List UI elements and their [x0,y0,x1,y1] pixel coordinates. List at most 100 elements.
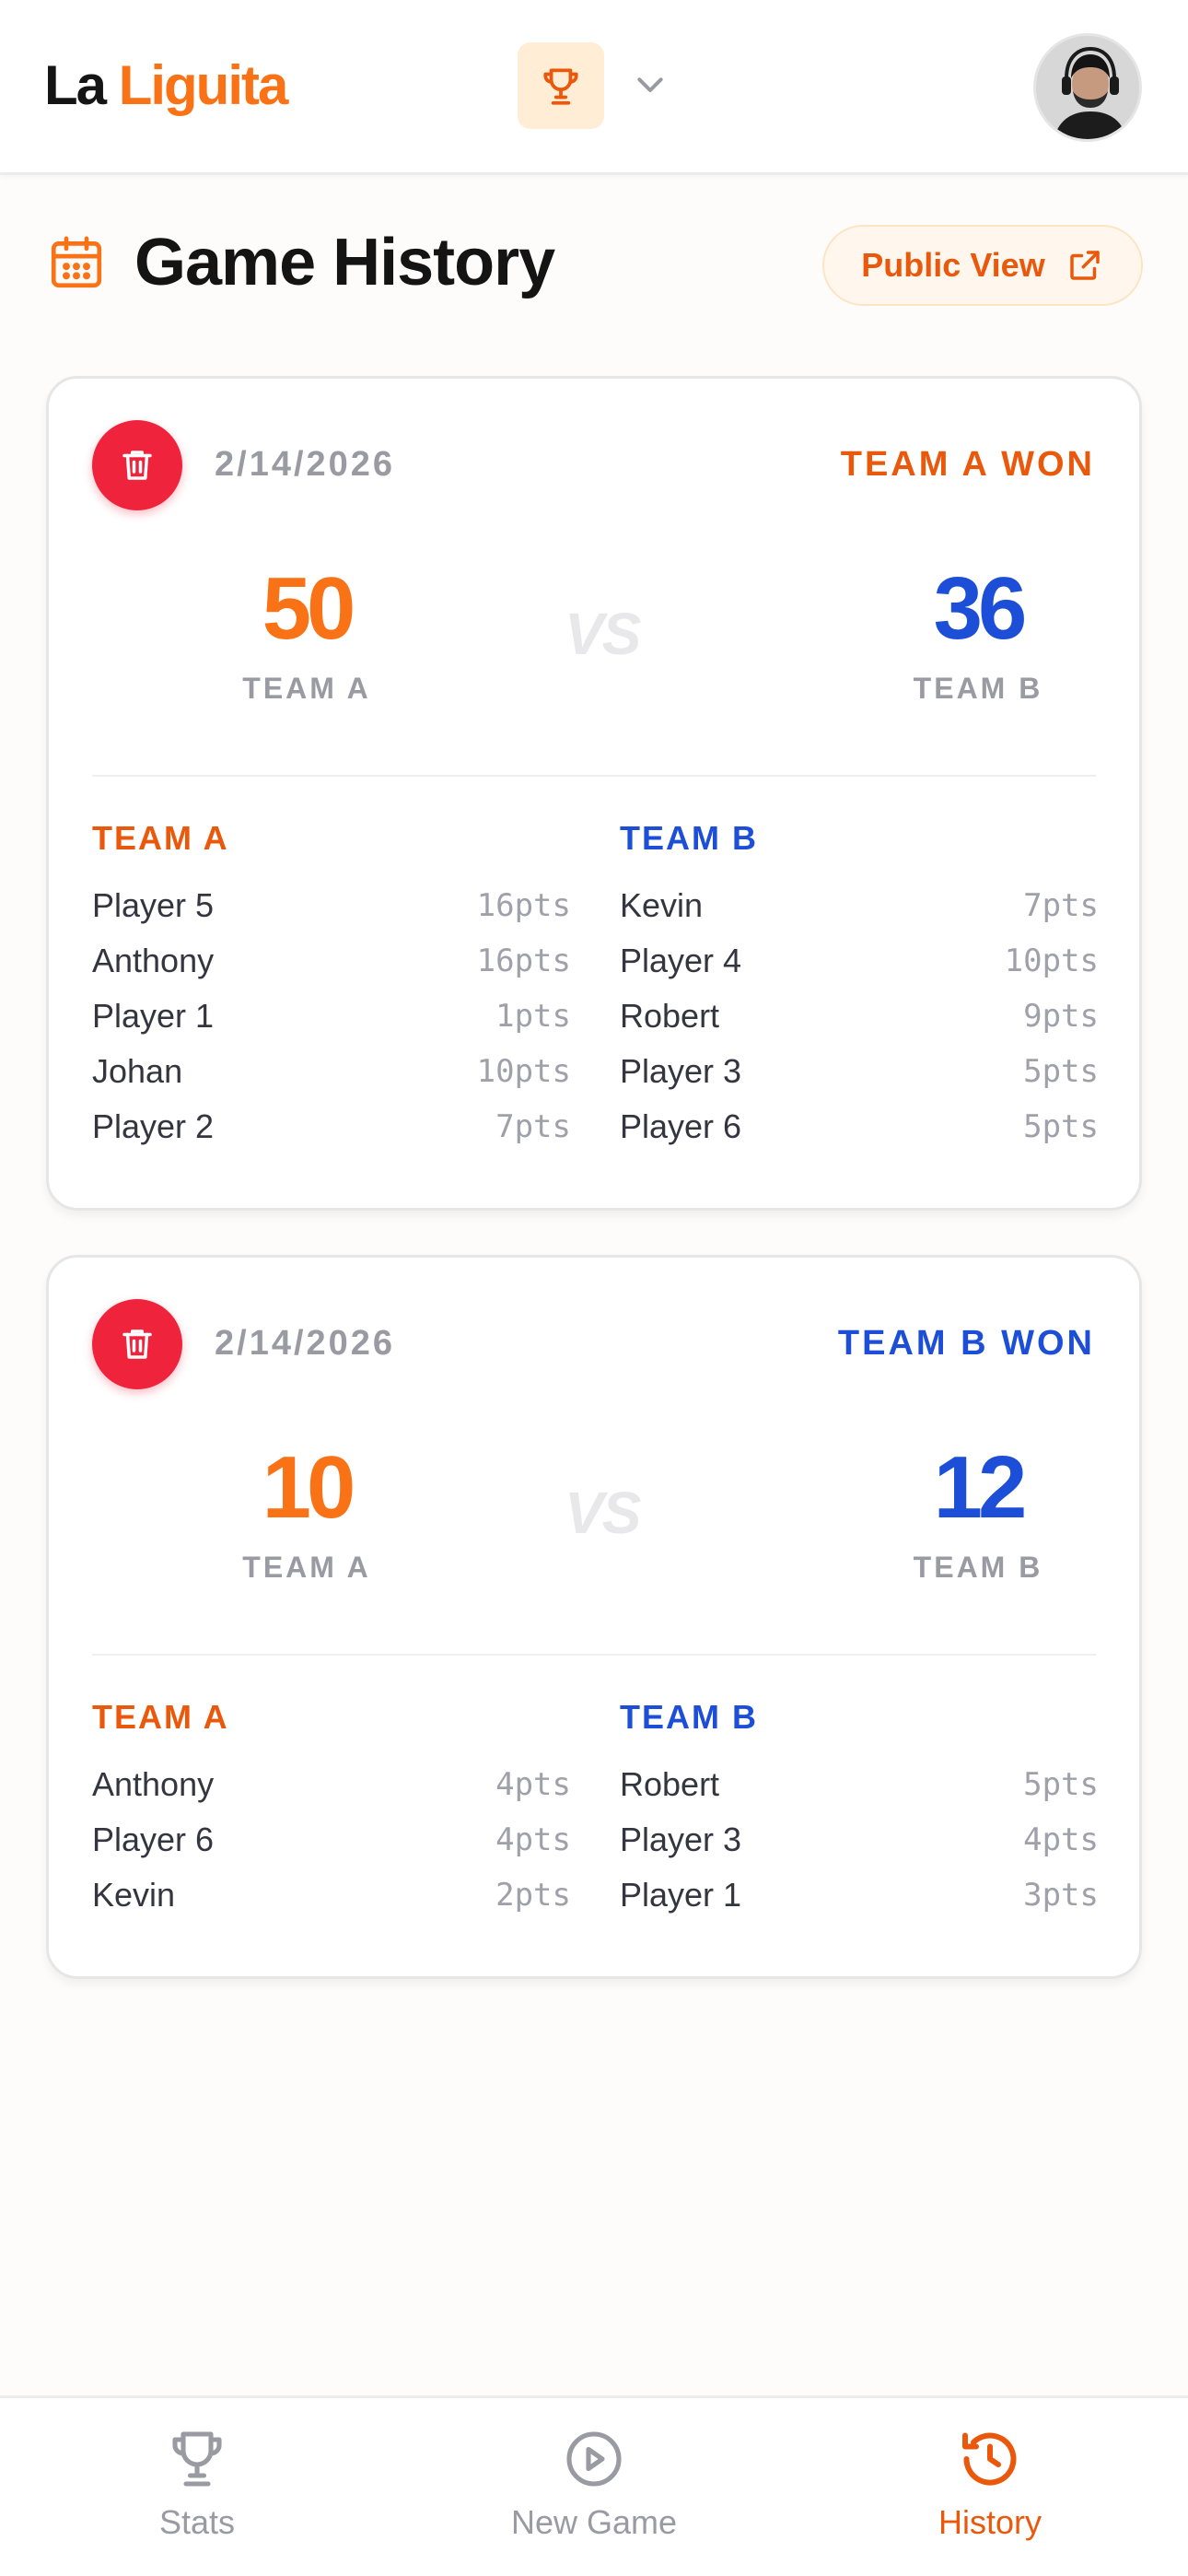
player-row: Player 1 1pts [92,989,571,1044]
player-points: 3pts [1023,1877,1099,1914]
player-name: Kevin [620,886,704,924]
team-a-roster: TEAM A Player 5 16pts Anthony 16pts Player… [92,819,571,1154]
player-points: 4pts [1023,1821,1099,1858]
player-name: Player 1 [92,997,215,1035]
calendar-icon [51,236,102,288]
nav-item-new-game[interactable]: New Game [474,2426,714,2542]
player-name: Player 1 [620,1876,742,1914]
brand-part-2: Liguita [118,54,289,116]
card-divider [92,1654,1096,1656]
player-row: Player 3 5pts [620,1044,1099,1099]
player-points: 10pts [476,1053,571,1090]
player-points: 5pts [1023,1766,1099,1803]
player-name: Player 5 [92,886,215,924]
player-points: 16pts [476,887,571,924]
player-name: Player 6 [620,1107,742,1145]
bottom-nav: Stats New Game History [0,2395,1188,2576]
player-name: Player 2 [92,1107,215,1145]
player-points: 9pts [1023,998,1099,1035]
player-name: Player 4 [620,942,742,979]
player-points: 5pts [1023,1053,1099,1090]
team-b-label: TEAM B [913,1551,1043,1584]
player-name: Kevin [92,1876,176,1914]
nav-item-stats[interactable]: Stats [77,2426,317,2542]
player-points: 16pts [476,943,571,979]
player-row: Player 1 3pts [620,1868,1099,1923]
team-a-title: TEAM A [92,1698,229,1736]
team-b-score: 36 [933,559,1028,658]
play-circle-icon [566,2431,622,2487]
player-points: 7pts [495,1108,571,1145]
team-a-roster: TEAM A Anthony 4pts Player 6 4pts Kevin 2pt… [92,1698,571,1923]
app-header: La Liguita [0,0,1188,175]
player-row: Player 5 16pts [92,878,571,933]
player-points: 4pts [495,1821,571,1858]
team-b-score: 12 [933,1438,1028,1537]
vs-label: VS [565,1480,641,1546]
team-a-title: TEAM A [92,819,229,857]
player-points: 1pts [495,998,571,1035]
nav-item-history[interactable]: History [870,2426,1110,2542]
team-a-score: 50 [262,559,356,658]
trash-icon [122,451,152,480]
page-title: Game History [134,226,555,299]
card-divider [92,775,1096,777]
team-a-label: TEAM A [242,1551,371,1584]
player-row: Kevin 7pts [620,878,1099,933]
team-b-title: TEAM B [620,1698,758,1736]
player-name: Anthony [92,942,215,979]
nav-label-history: History [938,2503,1042,2541]
game-result: TEAM B WON [837,1324,1095,1363]
player-row: Anthony 4pts [92,1757,571,1812]
trophy-icon [543,68,578,105]
team-b-label: TEAM B [913,672,1043,705]
game-date: 2/14/2026 [215,445,396,484]
trophy-icon [172,2431,222,2487]
game-card: 2/14/2026 TEAM B WON 10 VS 12 TEAM A TEA… [46,1255,1142,1979]
team-a-score: 10 [262,1438,356,1537]
player-points: 10pts [1004,943,1099,979]
page-title-row: Game History [46,225,555,300]
player-points: 7pts [1023,887,1099,924]
vs-label: VS [565,601,641,667]
team-b-roster: TEAM B Robert 5pts Player 3 4pts Player 1 3… [620,1698,1099,1923]
history-icon [962,2432,1017,2486]
player-points: 2pts [495,1877,571,1914]
nav-label-new-game: New Game [510,2503,678,2541]
player-row: Robert 9pts [620,989,1099,1044]
team-b-roster: TEAM B Kevin 7pts Player 4 10pts Robert 9pt… [620,819,1099,1154]
brand-part-1: La [44,54,107,116]
brand-logo[interactable]: La Liguita [44,53,289,117]
player-row: Johan 10pts [92,1044,571,1099]
team-b-title: TEAM B [620,819,758,857]
delete-game-button[interactable] [92,420,182,510]
avatar-image [1036,36,1139,139]
player-row: Kevin 2pts [92,1868,571,1923]
player-name: Johan [92,1052,183,1090]
trash-icon [122,1329,152,1359]
league-selector-button[interactable] [518,42,604,129]
player-row: Robert 5pts [620,1757,1099,1812]
player-points: 5pts [1023,1108,1099,1145]
player-name: Robert [620,1765,720,1803]
player-name: Player 3 [620,1821,742,1858]
user-avatar[interactable] [1033,33,1142,142]
public-view-button[interactable]: Public View [822,225,1143,306]
player-name: Anthony [92,1765,215,1803]
player-row: Player 4 10pts [620,933,1099,989]
chevron-down-icon[interactable] [632,72,669,100]
player-row: Player 3 4pts [620,1812,1099,1868]
player-row: Player 2 7pts [92,1099,571,1154]
team-a-label: TEAM A [242,672,371,705]
nav-label-stats: Stats [158,2503,236,2541]
delete-game-button[interactable] [92,1299,182,1389]
player-name: Player 6 [92,1821,215,1858]
external-link-icon [1069,251,1100,280]
player-row: Anthony 16pts [92,933,571,989]
game-date: 2/14/2026 [215,1324,396,1363]
game-result: TEAM A WON [840,445,1095,484]
player-name: Robert [620,997,720,1035]
player-row: Player 6 5pts [620,1099,1099,1154]
player-points: 4pts [495,1766,571,1803]
player-name: Player 3 [620,1052,742,1090]
